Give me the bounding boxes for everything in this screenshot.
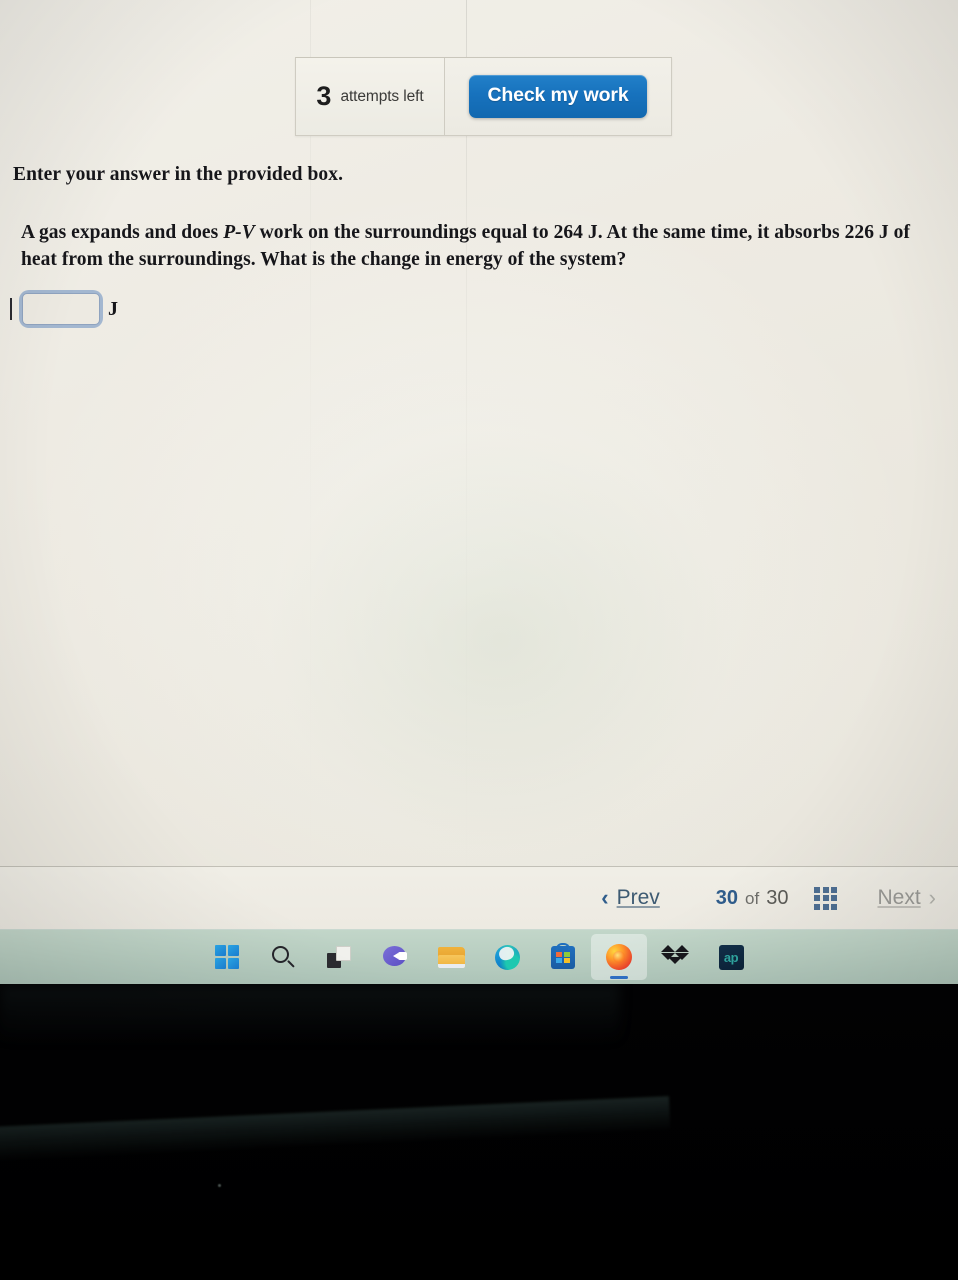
firefox-icon (606, 944, 632, 970)
chat-button[interactable] (367, 934, 423, 980)
text-caret (10, 298, 12, 320)
grid-cell (831, 903, 838, 910)
attempts-cell: 3 attempts left (296, 58, 445, 135)
file-explorer-icon (437, 946, 465, 968)
browser-content-area: 3 attempts left Check my work Enter your… (0, 0, 958, 929)
edge-button[interactable] (479, 934, 535, 980)
screen-seam-decor (466, 0, 467, 929)
dropbox-button[interactable] (647, 934, 703, 980)
chat-icon (382, 945, 408, 969)
question-body: Enter your answer in the provided box. A… (13, 163, 948, 274)
question-instruction: Enter your answer in the provided box. (13, 164, 344, 185)
next-button[interactable]: Next › (867, 880, 946, 916)
grid-cell (814, 895, 821, 901)
answer-focus-ring (22, 293, 100, 325)
grid-cell (814, 886, 821, 893)
app-button[interactable]: ap (703, 934, 759, 980)
attempts-label: attempts left (340, 87, 424, 105)
task-view-icon (327, 946, 351, 968)
start-button[interactable] (199, 934, 255, 980)
question-navigation-bar: ‹ Prev 30 of 30 Next › (0, 867, 958, 929)
prev-button[interactable]: ‹ Prev (591, 880, 670, 916)
total-pages-number: 30 (766, 886, 789, 909)
microsoft-store-button[interactable] (535, 934, 591, 980)
page-indicator: 30 of 30 (716, 887, 789, 910)
attempts-panel: 3 attempts left Check my work (295, 57, 672, 136)
taskbar-search-button[interactable] (255, 934, 311, 980)
next-label: Next (877, 886, 921, 909)
chevron-right-icon: › (928, 885, 936, 910)
task-view-button[interactable] (311, 934, 367, 980)
windows-taskbar: ap (0, 929, 958, 984)
grid-cell (822, 886, 829, 893)
check-my-work-button[interactable]: Check my work (469, 75, 647, 118)
screen-seam-decor-2 (310, 0, 311, 929)
bezel-edge (0, 1096, 671, 1162)
edge-icon (494, 944, 520, 970)
grid-cell (831, 895, 838, 901)
microsoft-store-icon (551, 942, 575, 969)
grid-cell (831, 886, 838, 893)
attempts-count: 3 (316, 81, 332, 111)
bezel-highlight-dot (218, 1184, 221, 1187)
answer-unit-label: J (108, 297, 118, 320)
grid-cell (822, 895, 829, 901)
grid-cell (814, 903, 821, 910)
app-icon: ap (718, 944, 744, 970)
answer-input[interactable] (22, 293, 100, 325)
file-explorer-button[interactable] (423, 934, 479, 980)
question-text-italic: P-V (223, 222, 255, 244)
question-text: A gas expands and does P-V work on the s… (21, 220, 948, 274)
answer-row: J (22, 293, 118, 325)
all-questions-grid-icon[interactable] (814, 886, 838, 910)
firefox-button[interactable] (591, 934, 647, 980)
check-button-cell: Check my work (445, 58, 671, 135)
grid-cell (822, 903, 829, 910)
windows-logo-icon (214, 944, 240, 970)
screenshot-root: 3 attempts left Check my work Enter your… (0, 0, 958, 1280)
prev-label: Prev (616, 886, 660, 909)
chevron-left-icon: ‹ (601, 885, 609, 910)
search-icon (272, 946, 295, 968)
laptop-bezel-area (0, 984, 958, 1280)
question-text-part1: A gas expands and does (21, 222, 224, 244)
bezel-sheen (0, 984, 620, 1044)
page-of-label: of (745, 888, 760, 908)
dropbox-icon (661, 945, 689, 969)
current-page-number: 30 (715, 886, 739, 909)
